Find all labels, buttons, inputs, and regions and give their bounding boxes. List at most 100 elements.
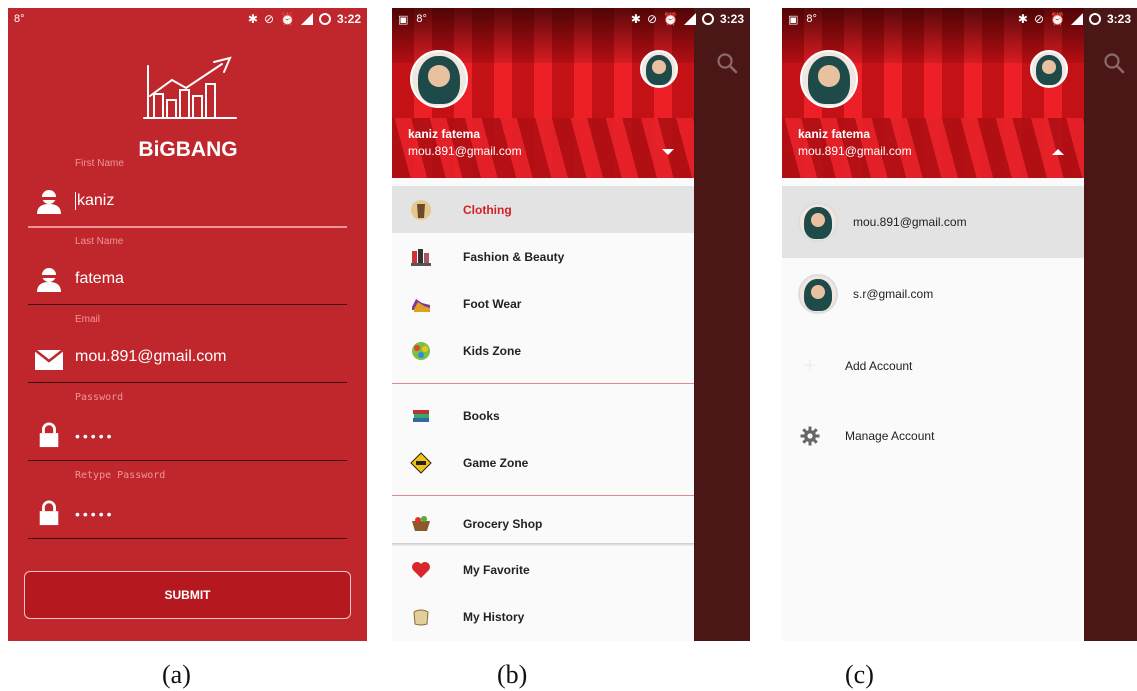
- menu-divider: [392, 383, 694, 384]
- menu-item-foot-wear[interactable]: Foot Wear: [392, 280, 694, 327]
- registration-screen: 8° ✱ ⊘ ⏰ 3:22 BiGBANG First Name kaniz L…: [8, 8, 367, 641]
- add-account-label: Add Account: [845, 359, 913, 373]
- footwear-icon: [409, 293, 433, 315]
- drawer-user-name: kaniz fatema: [798, 127, 871, 141]
- signal-icon: [683, 13, 696, 25]
- mail-icon: [35, 349, 63, 370]
- lock-icon: [39, 422, 59, 448]
- lock-icon: [39, 500, 59, 526]
- battery-icon: [318, 13, 331, 25]
- bluetooth-icon: ✱: [1017, 12, 1028, 26]
- kids-icon: [409, 340, 433, 362]
- menu-item-label: Books: [463, 408, 500, 423]
- game-zone-icon: [409, 451, 433, 474]
- drawer-header: kaniz fatema mou.891@gmail.com: [392, 8, 694, 178]
- email-underline: [28, 382, 347, 383]
- temperature-text: 8°: [416, 13, 427, 25]
- gear-icon: [800, 426, 820, 446]
- last-name-field[interactable]: Last Name fatema: [28, 236, 347, 308]
- menu-item-fashion-beauty[interactable]: Fashion & Beauty: [392, 233, 694, 280]
- drawer-menu: Clothing Fashion & Beauty Foot Wear Kids…: [392, 178, 694, 641]
- menu-item-my-history[interactable]: My History: [392, 593, 694, 640]
- account-collapse-icon[interactable]: [1052, 149, 1064, 155]
- menu-item-game-zone[interactable]: Game Zone: [392, 439, 694, 486]
- account-item[interactable]: mou.891@gmail.com: [782, 186, 1084, 258]
- dnd-icon: ⊘: [1033, 12, 1045, 26]
- secondary-avatar[interactable]: [1030, 50, 1068, 88]
- add-icon: +: [804, 354, 816, 377]
- signal-icon: [1070, 13, 1083, 25]
- gallery-icon: ▣: [788, 13, 799, 26]
- submit-button[interactable]: SUBMIT: [24, 571, 351, 619]
- password-underline: [28, 460, 347, 461]
- gallery-icon: ▣: [398, 13, 409, 26]
- first-name-input[interactable]: kaniz: [75, 192, 114, 210]
- password-field[interactable]: Password •••••: [28, 392, 347, 464]
- email-field[interactable]: Email mou.891@gmail.com: [28, 314, 347, 386]
- temperature-text: 8°: [806, 13, 817, 25]
- alarm-icon: ⏰: [280, 12, 295, 26]
- avatar[interactable]: [800, 50, 858, 108]
- menu-item-label: Game Zone: [463, 455, 529, 470]
- caption-a: (a): [162, 660, 191, 689]
- drawer-user-email: mou.891@gmail.com: [798, 144, 912, 158]
- account-avatar: [798, 202, 838, 242]
- menu-item-label: My History: [463, 609, 525, 624]
- menu-item-grocery-shop[interactable]: Grocery Shop: [392, 504, 694, 544]
- menu-item-kids-zone[interactable]: Kids Zone: [392, 327, 694, 374]
- search-icon[interactable]: [1103, 52, 1125, 74]
- grocery-icon: [409, 513, 433, 535]
- fashion-icon: [409, 246, 433, 268]
- navigation-drawer-screen: kaniz fatema mou.891@gmail.com Clothing …: [392, 8, 750, 641]
- account-item[interactable]: s.r@gmail.com: [782, 258, 1084, 330]
- status-bar: 8° ✱ ⊘ ⏰ 3:22: [8, 8, 367, 30]
- bluetooth-icon: ✱: [247, 12, 258, 26]
- clock-text: 3:23: [1106, 12, 1131, 26]
- first-name-label: First Name: [75, 158, 124, 169]
- account-dropdown-icon[interactable]: [662, 149, 674, 155]
- password-input[interactable]: •••••: [75, 428, 115, 444]
- search-icon[interactable]: [716, 52, 738, 74]
- battery-icon: [701, 13, 714, 25]
- secondary-avatar[interactable]: [640, 50, 678, 88]
- accounts-list: mou.891@gmail.com s.r@gmail.com + Add Ac…: [782, 178, 1084, 641]
- menu-item-books[interactable]: Books: [392, 392, 694, 439]
- retype-password-field[interactable]: Retype Password •••••: [28, 470, 347, 542]
- clothing-icon: [409, 199, 433, 221]
- menu-item-label: My Favorite: [463, 562, 530, 577]
- caption-c: (c): [845, 660, 874, 689]
- account-email: mou.891@gmail.com: [853, 215, 967, 229]
- add-account-button[interactable]: + Add Account: [782, 330, 1084, 402]
- status-bar: ▣ 8° ✱ ⊘ ⏰ 3:23: [782, 8, 1137, 30]
- first-name-field[interactable]: First Name kaniz: [28, 158, 347, 230]
- email-input[interactable]: mou.891@gmail.com: [75, 348, 226, 366]
- alarm-icon: ⏰: [663, 12, 678, 26]
- last-name-input[interactable]: fatema: [75, 270, 124, 288]
- accounts-screen: kaniz fatema mou.891@gmail.com mou.891@g…: [782, 8, 1137, 641]
- heart-icon: [409, 559, 433, 581]
- menu-item-label: Fashion & Beauty: [463, 249, 565, 264]
- password-label: Password: [75, 392, 124, 403]
- status-bar: ▣ 8° ✱ ⊘ ⏰ 3:23: [392, 8, 750, 30]
- manage-account-button[interactable]: Manage Account: [782, 400, 1084, 472]
- menu-item-label: Grocery Shop: [463, 517, 543, 531]
- clock-text: 3:23: [719, 12, 744, 26]
- last-name-label: Last Name: [75, 236, 124, 247]
- person-icon: [37, 190, 61, 214]
- menu-item-clothing[interactable]: Clothing: [392, 186, 694, 233]
- bluetooth-icon: ✱: [630, 12, 641, 26]
- battery-icon: [1088, 13, 1101, 25]
- alarm-icon: ⏰: [1050, 12, 1065, 26]
- retype-password-input[interactable]: •••••: [75, 506, 115, 522]
- signal-icon: [300, 13, 313, 25]
- history-icon: [409, 606, 433, 628]
- menu-divider: [392, 495, 694, 496]
- person-icon: [37, 268, 61, 292]
- menu-item-my-favorite[interactable]: My Favorite: [392, 546, 694, 593]
- manage-account-label: Manage Account: [845, 429, 935, 443]
- menu-item-label: Clothing: [463, 202, 512, 217]
- avatar[interactable]: [410, 50, 468, 108]
- menu-item-label: Kids Zone: [463, 343, 522, 358]
- retype-password-underline: [28, 538, 347, 539]
- drawer-header: kaniz fatema mou.891@gmail.com: [782, 8, 1084, 178]
